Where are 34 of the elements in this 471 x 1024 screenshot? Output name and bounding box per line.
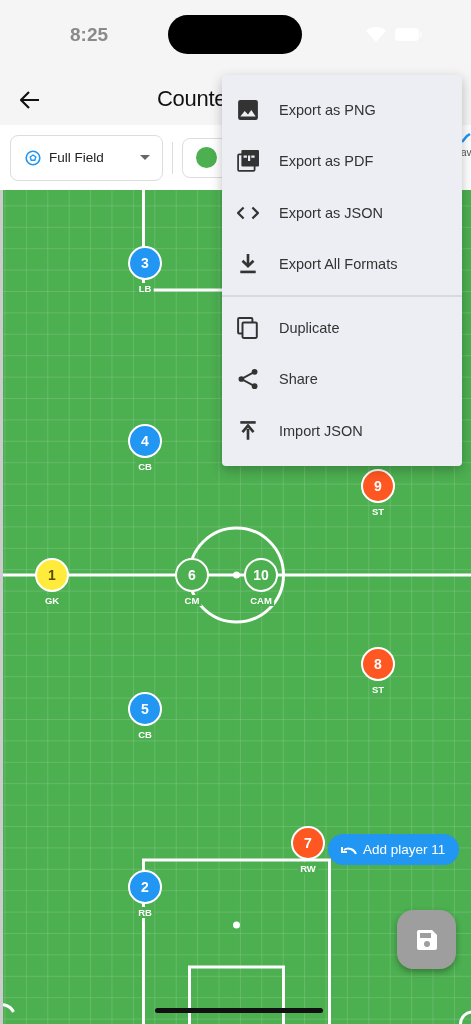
download-icon: [237, 253, 259, 276]
position-label: ST: [369, 506, 387, 517]
soccer-ball-icon: [25, 149, 41, 166]
position-label: RB: [136, 907, 154, 918]
position-label: CB: [136, 729, 154, 740]
draw-tool-icon[interactable]: [461, 132, 471, 144]
duplicate-icon: [237, 316, 259, 339]
pdf-icon: [237, 150, 259, 173]
position-label: GK: [42, 595, 62, 606]
upload-icon: [237, 419, 259, 442]
clock-time: 8:25: [70, 24, 109, 46]
position-label: RW: [298, 863, 318, 874]
save-button[interactable]: [397, 910, 456, 969]
save-icon: [416, 929, 437, 950]
position-label: CM: [182, 595, 202, 606]
menu-item[interactable]: Export All Formats: [222, 238, 462, 290]
menu-item[interactable]: Export as PNG: [222, 84, 462, 136]
menu-item[interactable]: Duplicate: [222, 302, 462, 354]
menu-item[interactable]: Export as JSON: [222, 187, 462, 239]
position-label: ST: [369, 684, 387, 695]
menu-item[interactable]: Import JSON: [222, 405, 462, 457]
field-type-dropdown[interactable]: Full Field: [10, 134, 163, 181]
menu-item[interactable]: Export as PDF: [222, 135, 462, 187]
dropdown-caret-icon: [140, 155, 150, 160]
position-label: CAM: [248, 595, 274, 606]
image-icon: [237, 98, 259, 121]
undo-snackbar[interactable]: Add player 11: [328, 834, 460, 865]
back-arrow-icon: [20, 91, 40, 109]
menu-item[interactable]: Share: [222, 353, 462, 405]
position-label: CB: [136, 461, 154, 472]
tool-label: av: [461, 147, 471, 158]
position-label: LB: [136, 283, 154, 294]
undo-icon: [341, 844, 357, 855]
share-icon: [237, 368, 259, 391]
